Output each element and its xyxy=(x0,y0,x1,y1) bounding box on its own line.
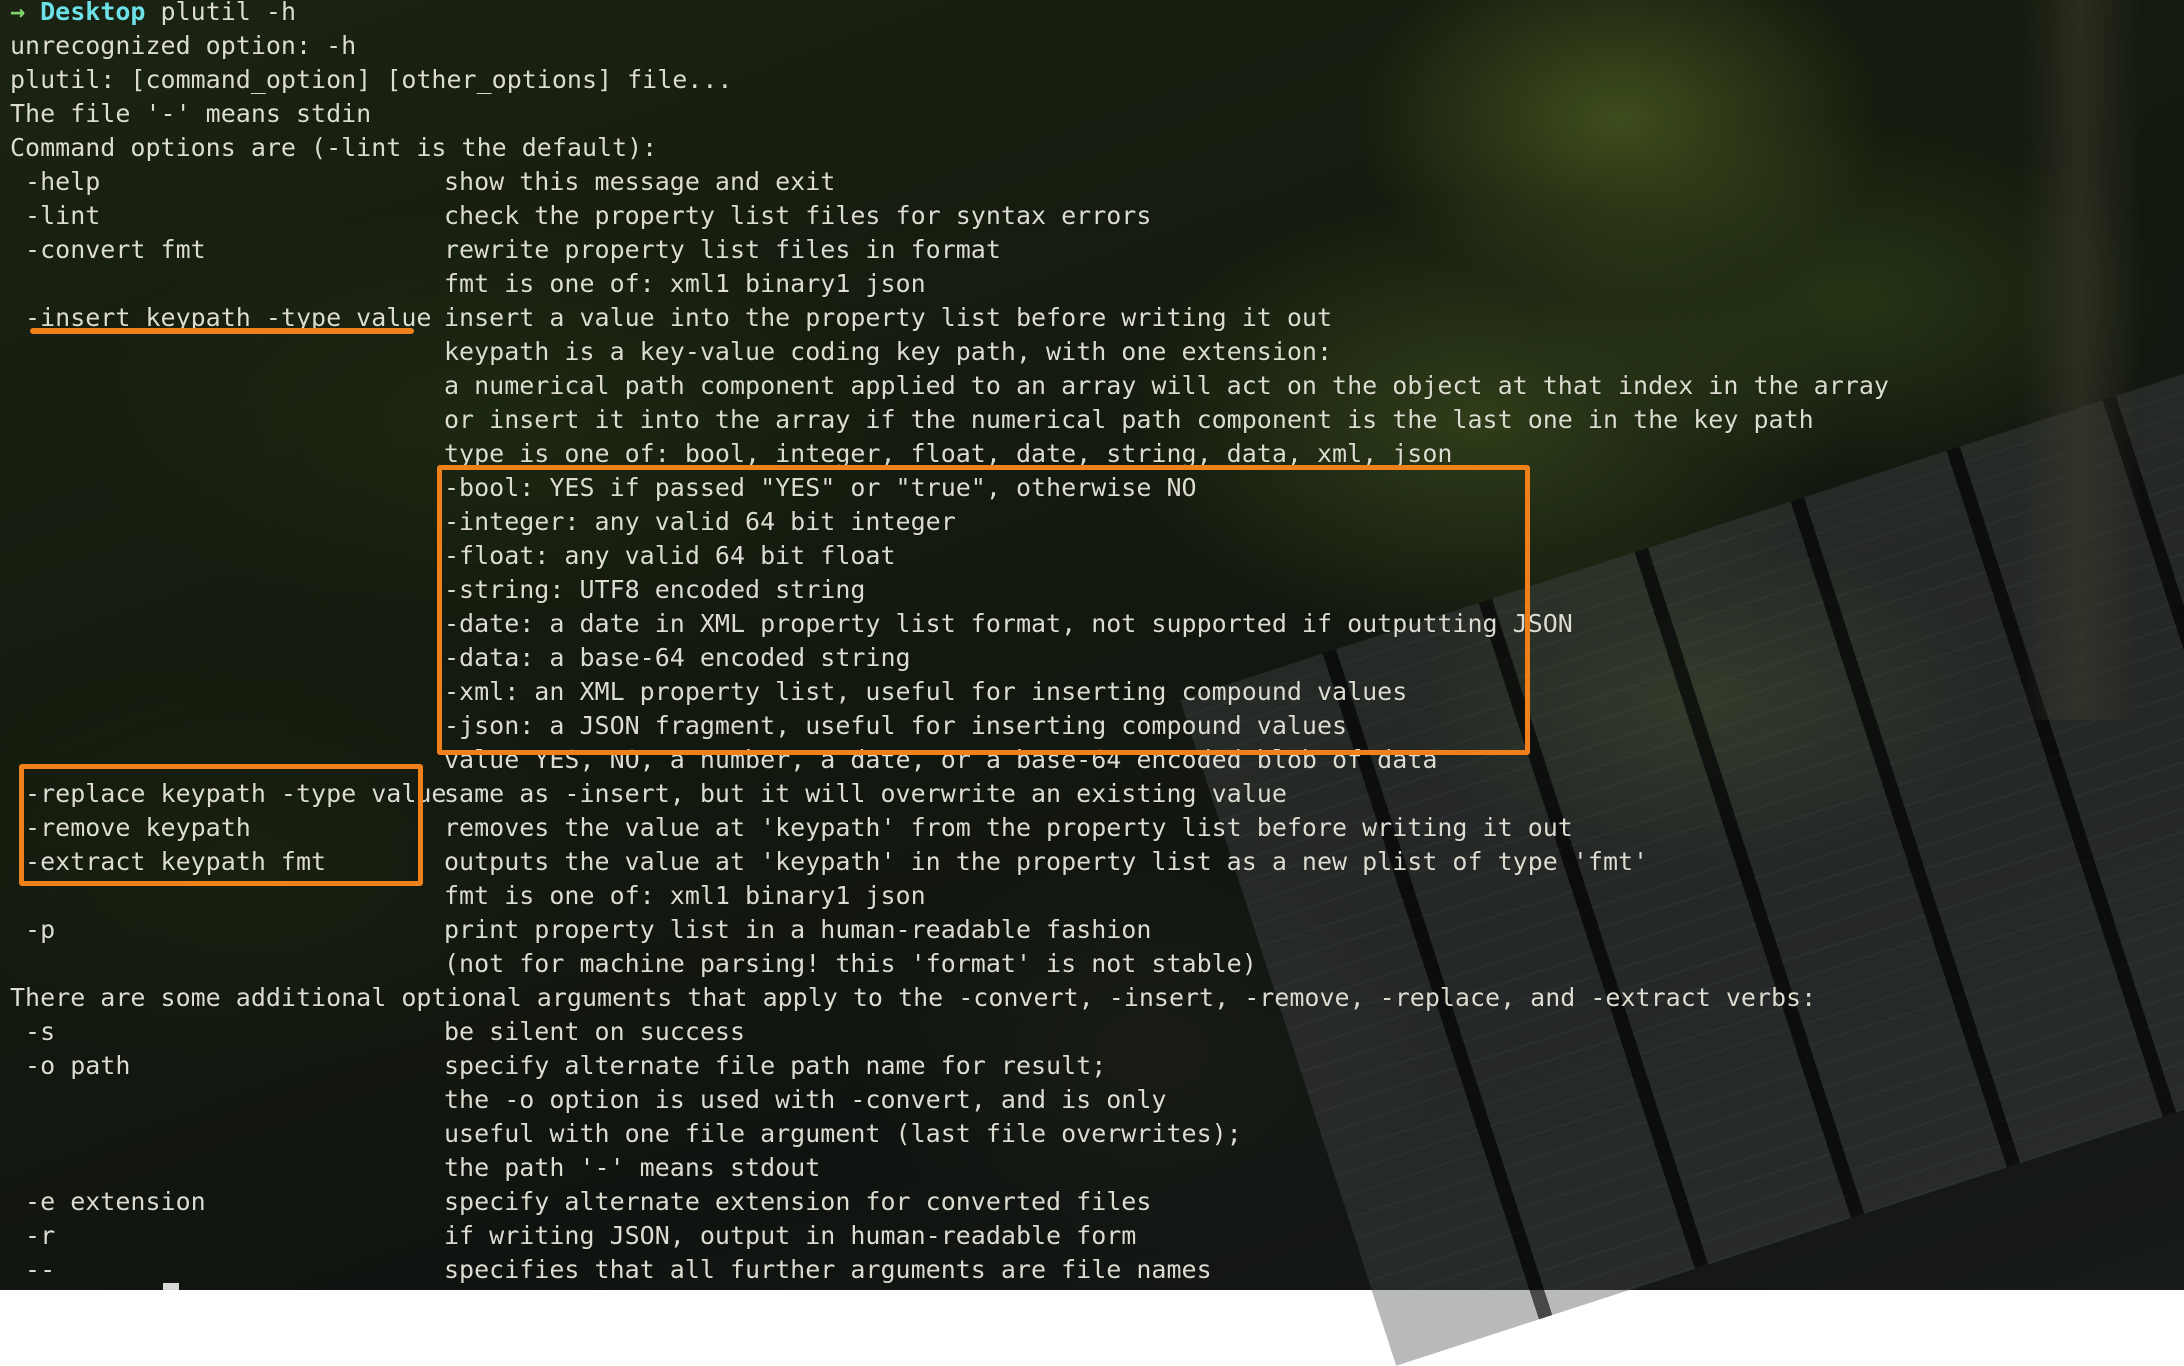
option-row-o: -o path specify alternate file path name … xyxy=(10,1049,1889,1083)
option-description: check the property list files for syntax… xyxy=(444,201,1152,230)
prompt-command: plutil -h xyxy=(160,0,297,26)
option-name: -o path xyxy=(10,1051,131,1080)
option-row-insert-detail: or insert it into the array if the numer… xyxy=(10,403,1889,437)
option-description: the path '-' means stdout xyxy=(444,1153,821,1182)
option-row-p: -p print property list in a human-readabl… xyxy=(10,913,1889,947)
option-row-o-detail: the path '-' means stdout xyxy=(10,1151,1889,1185)
prompt-directory: Desktop xyxy=(40,0,146,26)
option-description: a numerical path component applied to an… xyxy=(444,371,1889,400)
option-name: -lint xyxy=(10,201,101,230)
prompt-arrow-icon: → xyxy=(10,0,26,26)
option-row-e: -e extension specify alternate extension … xyxy=(10,1185,1889,1219)
option-row-o-detail: useful with one file argument (last file… xyxy=(10,1117,1889,1151)
option-row-o-detail: the -o option is used with -convert, and… xyxy=(10,1083,1889,1117)
option-description: or insert it into the array if the numer… xyxy=(444,405,1814,434)
option-row-convert-fmt: fmt is one of: xml1 binary1 json xyxy=(10,267,1889,301)
option-description: print property list in a human-readable … xyxy=(444,915,1152,944)
option-description: type is one of: bool, integer, float, da… xyxy=(444,439,1453,468)
option-row-p-detail: (not for machine parsing! this 'format' … xyxy=(10,947,1889,981)
option-row-insert-detail: a numerical path component applied to an… xyxy=(10,369,1889,403)
option-description: keypath is a key-value coding key path, … xyxy=(444,337,1333,366)
option-description: fmt is one of: xml1 binary1 json xyxy=(444,269,926,298)
option-description: show this message and exit xyxy=(444,167,836,196)
option-row-s: -s be silent on success xyxy=(10,1015,1889,1049)
output-line: There are some additional optional argum… xyxy=(10,983,1817,1012)
option-description: specifies that all further arguments are… xyxy=(444,1255,1212,1284)
option-description: the -o option is used with -convert, and… xyxy=(444,1085,1167,1114)
type-list-highlight-box xyxy=(437,465,1530,755)
option-description: same as -insert, but it will overwrite a… xyxy=(444,779,1287,808)
output-line: plutil: [command_option] [other_options]… xyxy=(10,65,733,94)
output-line: The file '-' means stdin xyxy=(10,99,372,128)
option-description: rewrite property list files in format xyxy=(444,235,1001,264)
option-description: useful with one file argument (last file… xyxy=(444,1119,1242,1148)
option-row-r: -r if writing JSON, output in human-reada… xyxy=(10,1219,1889,1253)
option-name: -s xyxy=(10,1017,56,1046)
option-row-help: -help show this message and exit xyxy=(10,165,1889,199)
replace-remove-extract-highlight-box xyxy=(19,764,423,886)
option-description: outputs the value at 'keypath' in the pr… xyxy=(444,847,1649,876)
option-description: be silent on success xyxy=(444,1017,746,1046)
option-row-convert: -convert fmt rewrite property list files … xyxy=(10,233,1889,267)
output-line: unrecognized option: -h xyxy=(10,31,357,60)
option-description: removes the value at 'keypath' from the … xyxy=(444,813,1573,842)
option-description: specify alternate file path name for res… xyxy=(444,1051,1107,1080)
option-name: -p xyxy=(10,915,56,944)
prompt-line: → Desktop plutil -h xyxy=(10,0,1889,29)
option-name: -e extension xyxy=(10,1187,206,1216)
option-description: insert a value into the property list be… xyxy=(444,303,1333,332)
option-row-insert-detail: keypath is a key-value coding key path, … xyxy=(10,335,1889,369)
option-name: -r xyxy=(10,1221,56,1250)
option-row-double-dash: -- specifies that all further arguments a… xyxy=(10,1253,1889,1287)
wallpaper-tree-trunk xyxy=(2020,0,2140,720)
insert-underline-annotation xyxy=(30,328,414,334)
option-description: fmt is one of: xml1 binary1 json xyxy=(444,881,926,910)
option-description: specify alternate extension for converte… xyxy=(444,1187,1152,1216)
option-name: -- xyxy=(10,1255,56,1284)
option-name: -convert fmt xyxy=(10,235,206,264)
option-description: if writing JSON, output in human-readabl… xyxy=(444,1221,1137,1250)
option-description: (not for machine parsing! this 'format' … xyxy=(444,949,1257,978)
option-row-lint: -lint check the property list files for s… xyxy=(10,199,1889,233)
option-name: -help xyxy=(10,167,101,196)
output-line: Command options are (-lint is the defaul… xyxy=(10,133,658,162)
terminal-cursor xyxy=(163,1283,179,1290)
